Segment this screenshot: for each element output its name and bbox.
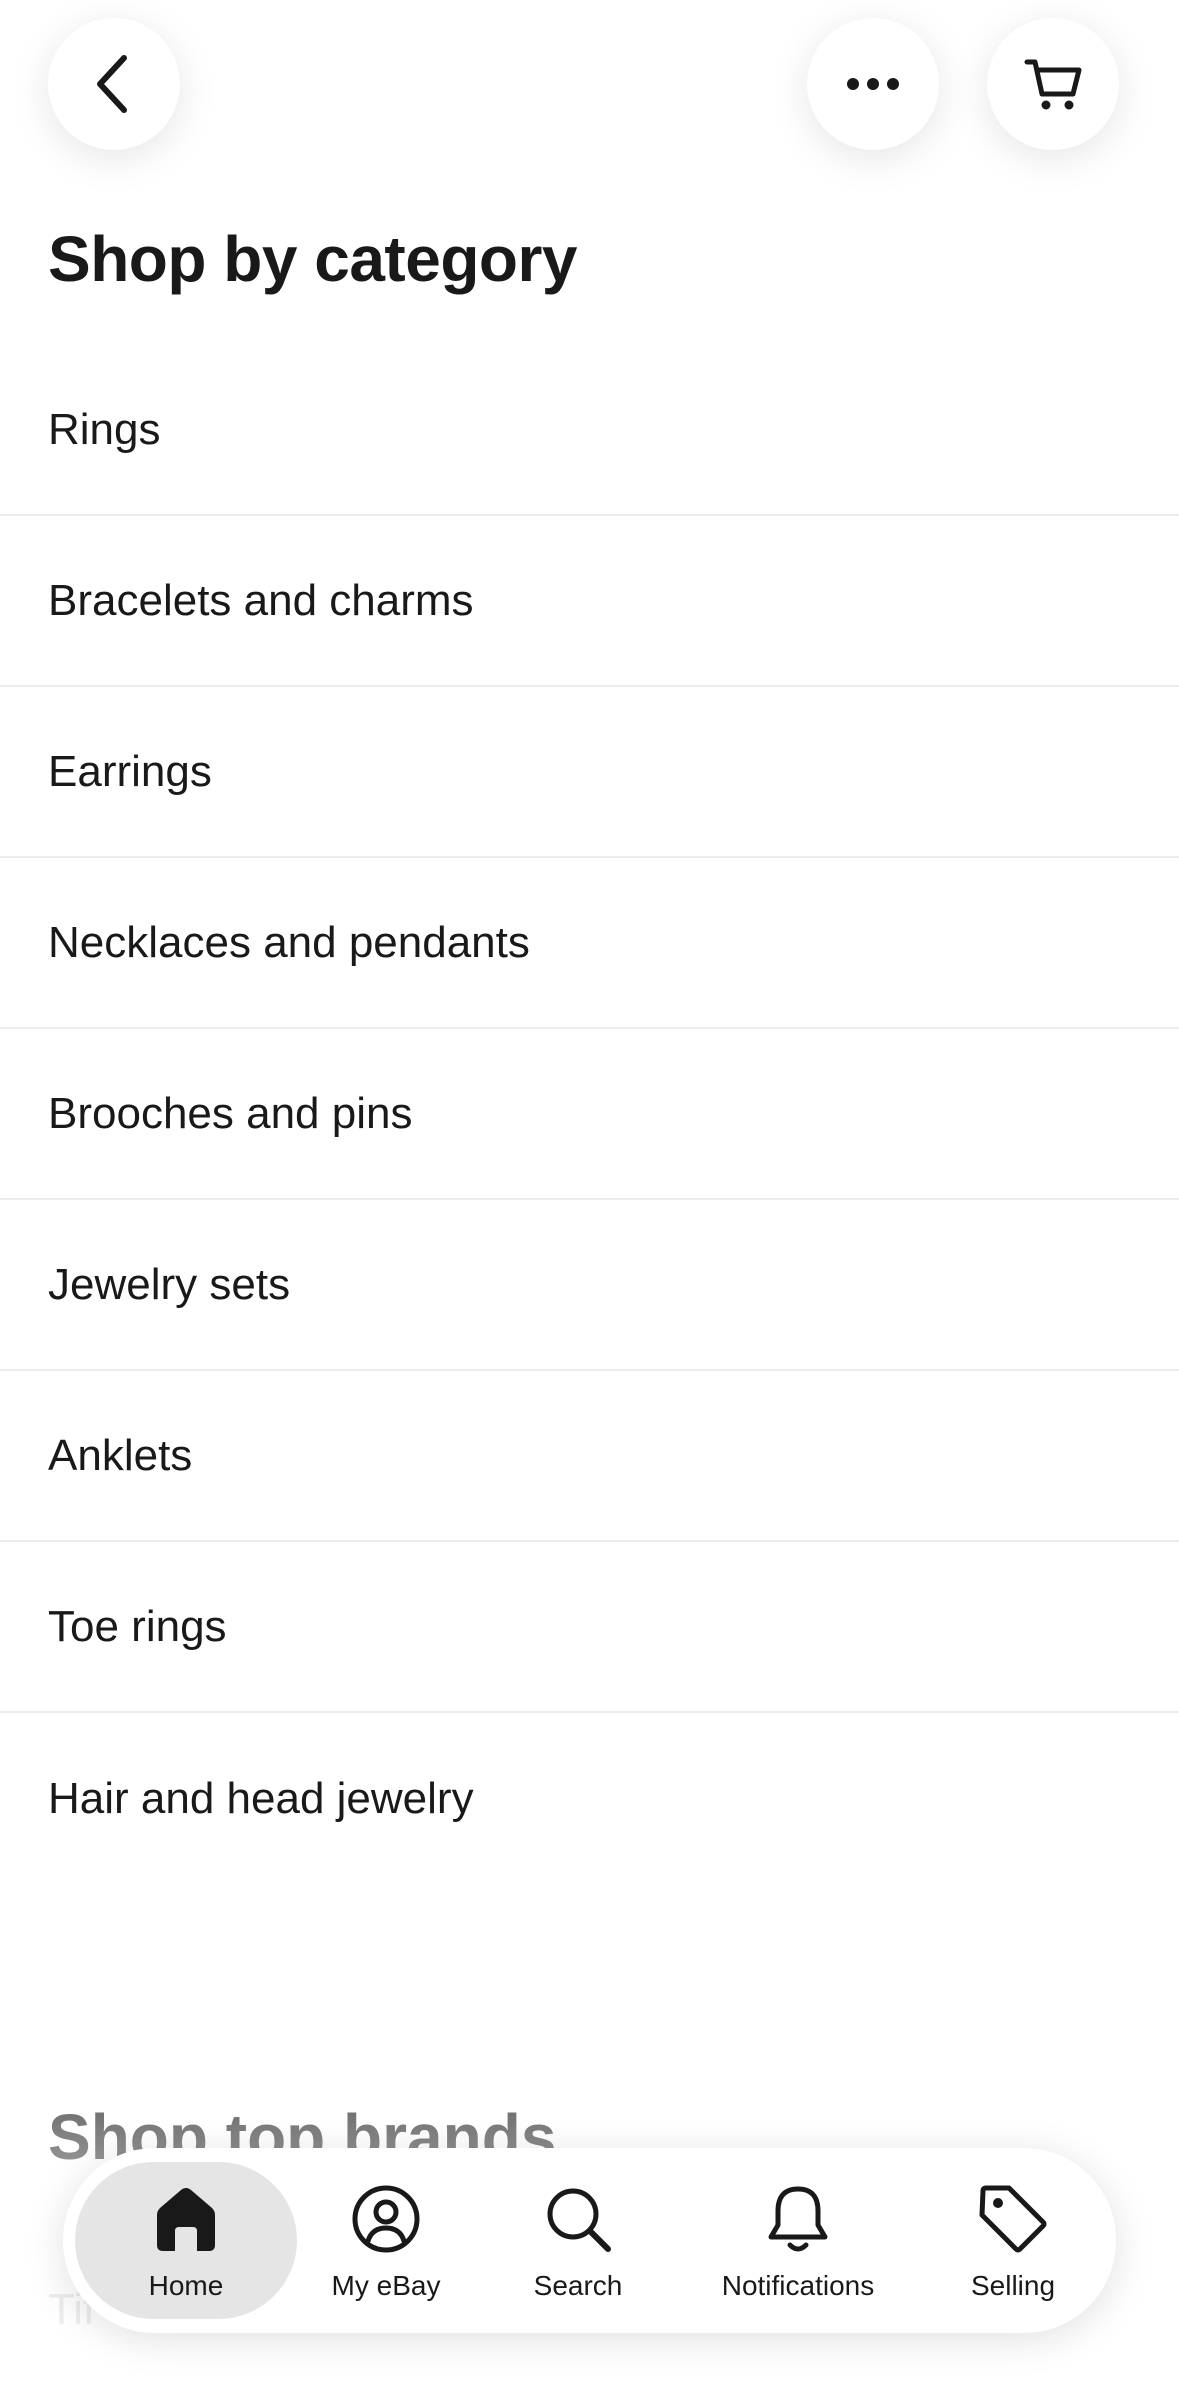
category-label: Bracelets and charms xyxy=(48,575,474,625)
chevron-left-icon xyxy=(97,55,127,113)
nav-search[interactable]: Search xyxy=(503,2162,653,2319)
user-circle-icon xyxy=(352,2185,420,2252)
category-item-earrings[interactable]: Earrings xyxy=(0,687,1179,858)
search-icon xyxy=(547,2188,611,2252)
top-bar xyxy=(0,0,1179,200)
nav-notifications[interactable]: Notifications xyxy=(683,2162,913,2319)
category-item-rings[interactable]: Rings xyxy=(0,345,1179,516)
home-icon xyxy=(157,2187,215,2251)
category-label: Brooches and pins xyxy=(48,1088,413,1138)
category-label: Necklaces and pendants xyxy=(48,917,530,967)
nav-home[interactable]: Home xyxy=(75,2162,297,2319)
category-list: Rings Bracelets and charms Earrings Neck… xyxy=(0,345,1179,1884)
category-item-anklets[interactable]: Anklets xyxy=(0,1371,1179,1542)
bottom-navigation: Home My eBay Search Notifications Sellin… xyxy=(63,2148,1116,2333)
category-item-hair-and-head-jewelry[interactable]: Hair and head jewelry xyxy=(0,1713,1179,1884)
page-title: Shop by category xyxy=(48,223,578,295)
bell-icon xyxy=(768,2186,828,2251)
nav-my-ebay-label: My eBay xyxy=(331,2269,441,2301)
nav-selling-label: Selling xyxy=(970,2269,1056,2301)
category-label: Hair and head jewelry xyxy=(48,1773,474,1823)
category-item-necklaces-and-pendants[interactable]: Necklaces and pendants xyxy=(0,858,1179,1029)
category-label: Earrings xyxy=(48,746,212,796)
tag-icon xyxy=(979,2185,1047,2252)
category-item-jewelry-sets[interactable]: Jewelry sets xyxy=(0,1200,1179,1371)
nav-search-label: Search xyxy=(533,2269,623,2301)
category-label: Anklets xyxy=(48,1430,193,1480)
more-horizontal-icon xyxy=(847,78,899,90)
category-item-toe-rings[interactable]: Toe rings xyxy=(0,1542,1179,1713)
cart-icon xyxy=(1024,59,1082,110)
nav-selling[interactable]: Selling xyxy=(923,2162,1103,2319)
nav-notifications-label: Notifications xyxy=(721,2269,875,2301)
category-label: Toe rings xyxy=(48,1601,227,1651)
category-label: Jewelry sets xyxy=(48,1259,291,1309)
back-button[interactable] xyxy=(48,18,180,150)
nav-home-label: Home xyxy=(148,2269,224,2301)
category-label: Rings xyxy=(48,404,161,454)
category-item-brooches-and-pins[interactable]: Brooches and pins xyxy=(0,1029,1179,1200)
cart-button[interactable] xyxy=(987,18,1119,150)
nav-my-ebay[interactable]: My eBay xyxy=(311,2162,461,2319)
more-options-button[interactable] xyxy=(807,18,939,150)
category-item-bracelets-and-charms[interactable]: Bracelets and charms xyxy=(0,516,1179,687)
